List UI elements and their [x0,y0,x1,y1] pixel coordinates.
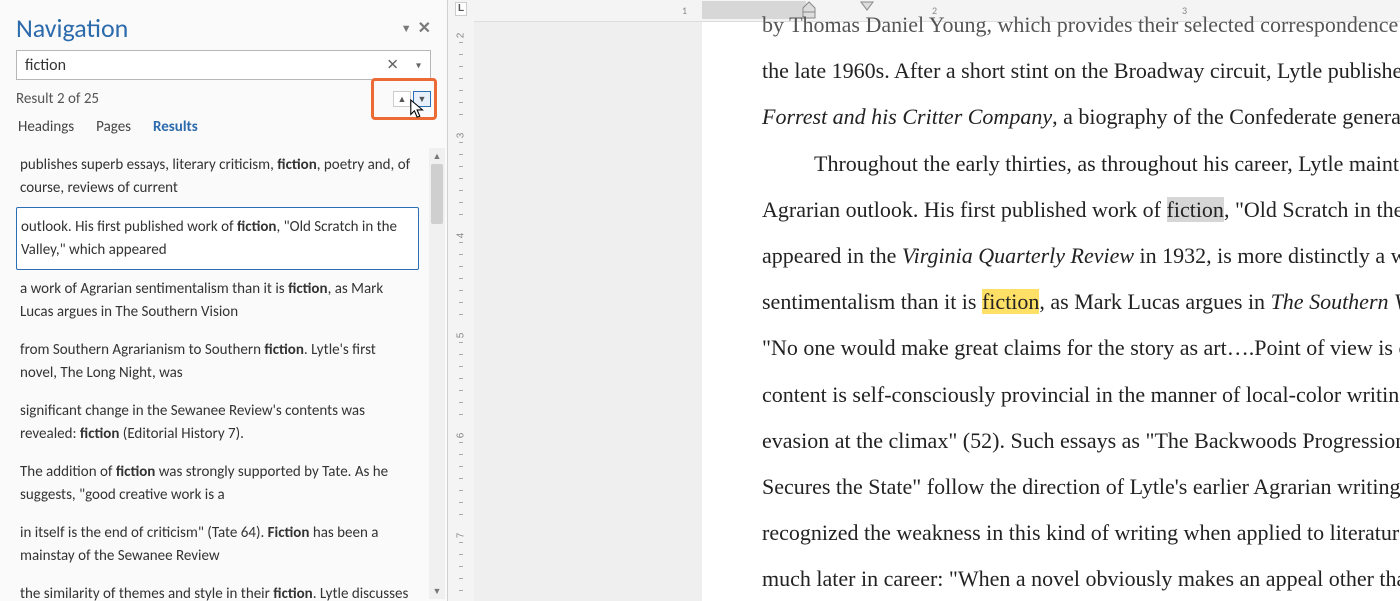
search-result-item[interactable]: publishes superb essays, literary critic… [16,146,419,207]
document-line[interactable]: recognized the weakness in this kind of … [762,510,1400,556]
scroll-up-icon[interactable]: ▲ [429,148,445,164]
navigation-title: Navigation [16,12,128,44]
tab-headings[interactable]: Headings [18,118,74,136]
prev-result-button[interactable]: ▲ [393,91,411,107]
document-line[interactable]: evasion at the climax" (52). Such essays… [762,418,1400,464]
tab-results[interactable]: Results [153,118,198,136]
search-result-item[interactable]: the similarity of themes and style in th… [16,575,419,601]
document-line[interactable]: much later in career: "When a novel obvi… [762,556,1400,601]
next-result-button[interactable]: ▼ [413,91,431,107]
search-input[interactable] [16,50,431,80]
pane-options-icon[interactable]: ▼ [401,22,412,35]
search-result-item[interactable]: significant change in the Sewanee Review… [16,392,419,453]
scroll-thumb[interactable] [431,164,443,224]
search-clear-icon[interactable]: ✕ [386,56,399,75]
document-line[interactable]: appeared in the Virginia Quarterly Revie… [762,233,1400,279]
tab-pages[interactable]: Pages [96,118,131,136]
results-scrollbar[interactable]: ▲ ▼ [429,146,445,601]
search-result-item[interactable]: outlook. His first published work of fic… [16,207,419,270]
results-list: publishes superb essays, literary critic… [16,146,447,601]
document-line[interactable]: by Thomas Daniel Young, which provides t… [762,2,1400,48]
document-page[interactable]: by Thomas Daniel Young, which provides t… [702,22,1400,601]
pane-close-icon[interactable]: ✕ [418,18,431,38]
document-line[interactable]: "No one would make great claims for the … [762,325,1400,371]
search-options-icon[interactable]: ▾ [416,59,421,72]
document-line[interactable]: Forrest and his Critter Company, a biogr… [762,94,1400,140]
search-box: ✕ ▾ [16,50,431,80]
result-count: Result 2 of 25 [16,90,99,108]
document-line[interactable]: Throughout the early thirties, as throug… [762,141,1400,187]
hruler-mark: 1 [682,4,687,17]
document-line[interactable]: sentimentalism than it is fiction, as Ma… [762,279,1400,325]
search-result-item[interactable]: from Southern Agrarianism to Southern fi… [16,331,419,392]
tab-stop-indicator[interactable]: L [455,2,467,16]
search-result-item[interactable]: in itself is the end of criticism" (Tate… [16,514,419,575]
navigation-pane: Navigation ▼ ✕ ✕ ▾ Result 2 of 25 ▲ ▼ [0,0,448,601]
document-line[interactable]: the late 1960s. After a short stint on t… [762,48,1400,94]
search-result-item[interactable]: The addition of fiction was strongly sup… [16,453,419,514]
document-line[interactable]: Agrarian outlook. His first published wo… [762,187,1400,233]
document-line[interactable]: Secures the State" follow the direction … [762,464,1400,510]
scroll-down-icon[interactable]: ▼ [429,583,445,599]
document-area: 1234 by Thomas Daniel Young, which provi… [474,0,1400,601]
vertical-ruler[interactable]: L 234567 [448,0,474,601]
nav-tabs: Headings Pages Results [18,118,429,136]
document-line[interactable]: content is self-consciously provincial i… [762,372,1400,418]
result-nav-arrows: ▲ ▼ [393,91,431,107]
search-result-item[interactable]: a work of Agrarian sentimentalism than i… [16,270,419,331]
